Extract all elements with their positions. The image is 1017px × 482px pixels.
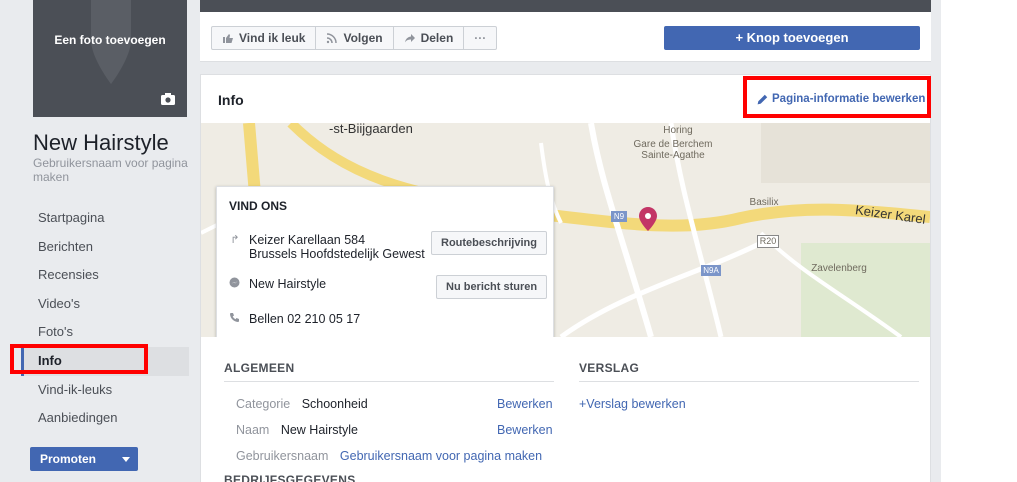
- messenger-row: New Hairstyle: [229, 277, 326, 291]
- category-value: Schoonheid: [301, 397, 368, 411]
- sidebar-item-berichten[interactable]: Berichten: [21, 233, 189, 262]
- address-row: ↱ Keizer Karellaan 584 Brussels Hoofdste…: [229, 233, 425, 261]
- add-button[interactable]: + Knop toevoegen: [664, 26, 920, 50]
- sidebar-item-startpagina[interactable]: Startpagina: [21, 204, 189, 233]
- username-create-link[interactable]: Gebruikersnaam voor pagina maken: [340, 449, 542, 463]
- add-photo-label[interactable]: Een foto toevoegen: [33, 33, 187, 47]
- username-hint[interactable]: Gebruikersnaam voor pagina maken: [33, 156, 193, 184]
- sidebar-item-fotos[interactable]: Foto's: [21, 318, 189, 347]
- map-label-basilix: Basilix: [749, 197, 779, 208]
- address-text[interactable]: Keizer Karellaan 584 Brussels Hoofdstede…: [249, 233, 425, 261]
- sidebar-item-recensies[interactable]: Recensies: [21, 261, 189, 290]
- chevron-down-icon[interactable]: [122, 457, 130, 462]
- map-label-top-left: -st-Biijgaarden: [329, 123, 413, 136]
- thumbs-up-icon: [223, 34, 233, 43]
- phone-row: Bellen 02 210 05 17: [229, 312, 360, 326]
- general-heading: ALGEMEEN: [224, 361, 295, 375]
- send-message-button[interactable]: Nu bericht sturen: [436, 275, 548, 299]
- name-edit-link[interactable]: Bewerken: [497, 423, 553, 437]
- highlight-box-edit: [743, 76, 931, 118]
- promote-label: Promoten: [40, 452, 97, 466]
- map-label-zavelenberg: Zavelenberg: [811, 263, 867, 274]
- name-row: Naam New Hairstyle: [236, 423, 358, 437]
- username-row: Gebruikersnaam Gebruikersnaam voor pagin…: [236, 449, 542, 463]
- username-label: Gebruikersnaam: [236, 449, 329, 463]
- find-us-title: VIND ONS: [229, 199, 288, 213]
- directions-arrow-icon: ↱: [230, 234, 240, 246]
- messenger-icon: [229, 277, 241, 291]
- sidebar-item-videos[interactable]: Video's: [21, 290, 189, 319]
- info-card: Info Pagina-informatie bewerken -st-Biij…: [200, 74, 931, 482]
- rss-icon: [327, 33, 338, 44]
- follow-button[interactable]: Volgen: [316, 27, 394, 49]
- sidebar-item-aanbiedingen[interactable]: Aanbiedingen: [21, 404, 189, 433]
- story-divider: [579, 381, 919, 382]
- sidebar-nav: Startpagina Berichten Recensies Video's …: [21, 204, 189, 433]
- map-label-station: Gare de Berchem Sainte-Agathe: [633, 139, 713, 161]
- map-badge-n9a: N9A: [701, 265, 721, 276]
- highlight-box-info: [10, 344, 148, 374]
- category-row: Categorie Schoonheid: [236, 397, 368, 411]
- category-label: Categorie: [236, 397, 291, 411]
- profile-photo[interactable]: Een foto toevoegen: [33, 0, 187, 117]
- map-badge-n9: N9: [611, 211, 627, 222]
- like-button[interactable]: Vind ik leuk: [212, 27, 317, 49]
- sidebar-item-vind-ik-leuks[interactable]: Vind-ik-leuks: [21, 376, 189, 405]
- share-button[interactable]: Delen: [394, 27, 465, 49]
- right-margin: [941, 0, 1017, 482]
- promote-button[interactable]: Promoten: [30, 447, 138, 471]
- cover-edge: [200, 0, 931, 12]
- name-label: Naam: [236, 423, 270, 437]
- directions-button[interactable]: Routebeschrijving: [431, 231, 547, 255]
- page-name[interactable]: New Hairstyle: [33, 130, 169, 156]
- action-bar: Vind ik leuk Volgen Delen ··· + Knop toe…: [200, 12, 931, 62]
- business-heading: BEDRIJFSGEGEVENS: [224, 473, 356, 482]
- find-us-box: VIND ONS ↱ Keizer Karellaan 584 Brussels…: [216, 186, 554, 337]
- edit-story-link[interactable]: +Verslag bewerken: [579, 397, 686, 411]
- map-label-horing: Horing: [663, 125, 693, 136]
- phone-text[interactable]: Bellen 02 210 05 17: [249, 312, 360, 326]
- more-button[interactable]: ···: [464, 27, 496, 49]
- general-divider: [224, 381, 554, 382]
- location-map[interactable]: -st-Biijgaarden Horing Gare de Berchem S…: [201, 123, 930, 337]
- page-action-buttons: Vind ik leuk Volgen Delen ···: [211, 26, 498, 50]
- map-badge-r20: R20: [757, 235, 779, 248]
- category-edit-link[interactable]: Bewerken: [497, 397, 553, 411]
- story-heading: VERSLAG: [579, 361, 640, 375]
- messenger-name[interactable]: New Hairstyle: [249, 277, 326, 291]
- name-value: New Hairstyle: [280, 423, 358, 437]
- map-pin-icon[interactable]: [639, 207, 657, 231]
- info-title: Info: [218, 92, 244, 108]
- phone-icon: [229, 312, 241, 326]
- camera-icon[interactable]: [161, 93, 175, 105]
- share-arrow-icon: [404, 34, 415, 43]
